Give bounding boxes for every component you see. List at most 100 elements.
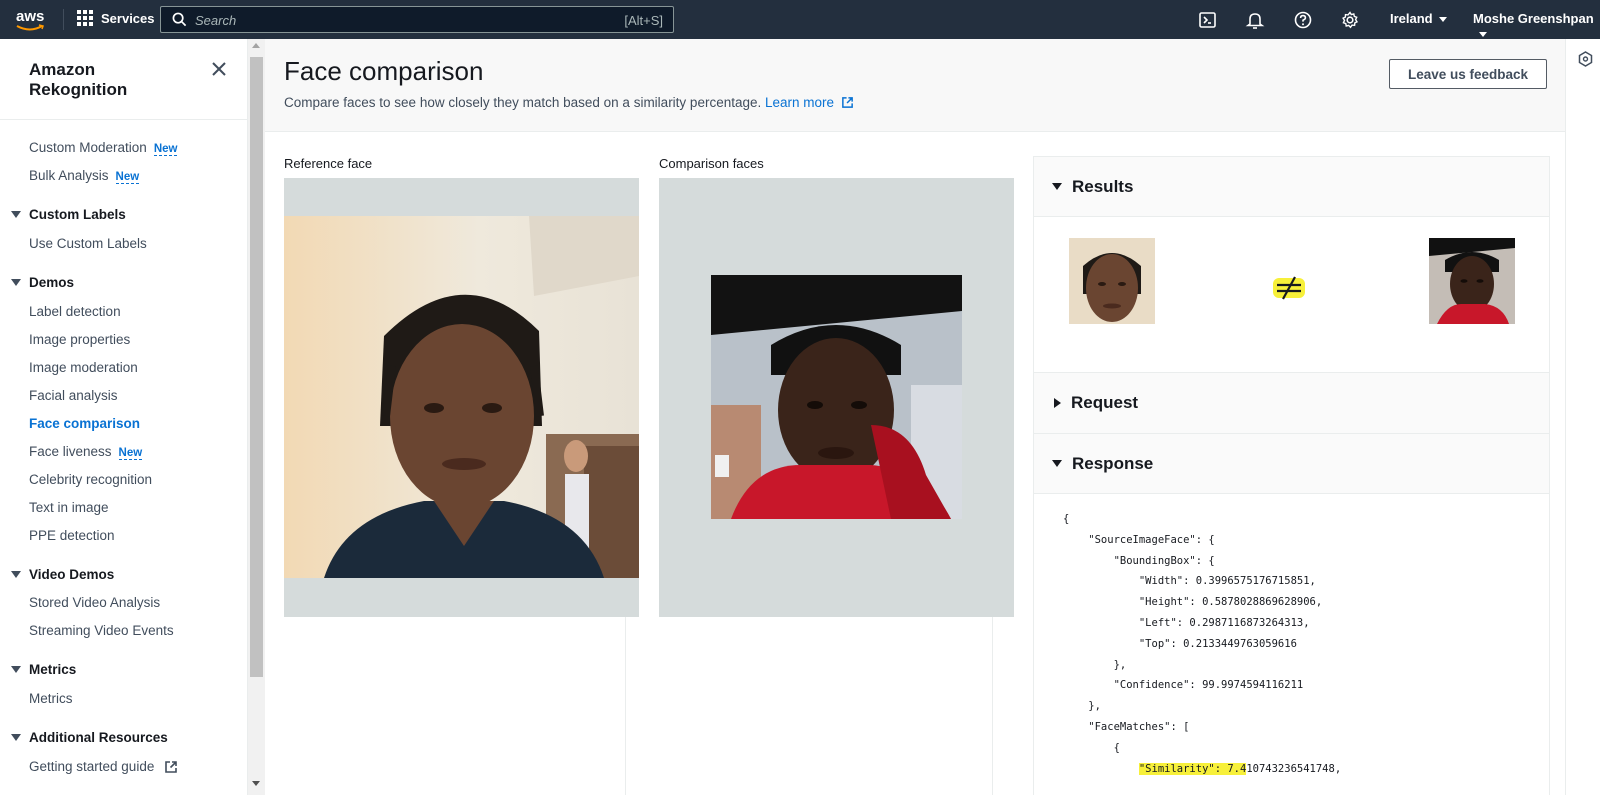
services-label: Services (101, 10, 155, 26)
help-icon[interactable] (1293, 10, 1313, 30)
sidebar-item-custom-moderation[interactable]: Custom Moderation New (29, 140, 178, 156)
sidebar-item-stored-video-analysis[interactable]: Stored Video Analysis (29, 595, 160, 610)
caret-down-icon (1438, 17, 1447, 23)
nav-divider (63, 9, 64, 30)
sidebar-item-ppe-detection[interactable]: PPE detection (29, 528, 115, 543)
caret-down-icon (1052, 183, 1062, 190)
external-link-icon (841, 97, 853, 108)
scrollbar-thumb[interactable] (250, 57, 263, 677)
sidebar-title[interactable]: Amazon Rekognition (29, 60, 189, 100)
main-content: Face comparison Compare faces to see how… (265, 39, 1565, 795)
response-json: { "SourceImageFace": { "BoundingBox": { … (1063, 509, 1341, 779)
scroll-up-arrow-icon[interactable] (252, 43, 260, 48)
sidebar-item-label: Bulk Analysis (29, 168, 109, 183)
user-name: Moshe Greenshpan (1473, 11, 1594, 26)
response-line: "Top": 0.2133449763059616 (1063, 637, 1297, 650)
comparison-image-panel[interactable] (659, 178, 1014, 617)
region-selector[interactable]: Ireland (1390, 11, 1447, 26)
sidebar-section-custom-labels[interactable]: Custom Labels (11, 207, 126, 222)
top-navigation: aws Services [Alt+S] (0, 0, 1600, 39)
sidebar-item-bulk-analysis[interactable]: Bulk Analysis New (29, 168, 140, 184)
description-text: Compare faces to see how closely they ma… (284, 95, 762, 110)
sidebar-item-metrics[interactable]: Metrics (29, 691, 73, 706)
cloudshell-icon[interactable] (1198, 10, 1218, 30)
response-line: { (1063, 741, 1120, 754)
aws-logo-text: aws (16, 8, 45, 25)
sidebar-section-additional-resources[interactable]: Additional Resources (11, 730, 168, 745)
sidebar-item-label-detection[interactable]: Label detection (29, 304, 121, 319)
results-section-header[interactable]: Results (1034, 157, 1549, 217)
not-equal-icon (1273, 276, 1305, 300)
caret-down-icon (11, 279, 21, 286)
sidebar-item-use-custom-labels[interactable]: Use Custom Labels (29, 236, 147, 251)
caret-right-icon (1054, 398, 1061, 408)
services-menu-button[interactable]: Services (77, 10, 155, 26)
sidebar-item-image-moderation[interactable]: Image moderation (29, 360, 138, 375)
response-line: }, (1063, 658, 1127, 671)
response-section-header[interactable]: Response (1034, 434, 1549, 494)
sidebar: Amazon Rekognition Custom Moderation New … (0, 39, 248, 795)
response-line: "SourceImageFace": { (1063, 533, 1215, 546)
sidebar-item-streaming-video-events[interactable]: Streaming Video Events (29, 623, 174, 638)
request-section-header[interactable]: Request (1034, 372, 1549, 434)
column-divider (625, 617, 626, 795)
settings-icon[interactable] (1340, 10, 1360, 30)
response-line: }, (1063, 700, 1101, 713)
comparison-face-thumbnail (1429, 238, 1515, 324)
sidebar-item-facial-analysis[interactable]: Facial analysis (29, 388, 118, 403)
reference-face-photo (284, 216, 639, 578)
sidebar-item-image-properties[interactable]: Image properties (29, 332, 130, 347)
caret-down-icon (1052, 460, 1062, 467)
region-label: Ireland (1390, 11, 1433, 26)
aws-smile-icon (16, 24, 44, 31)
caret-down-icon (11, 211, 21, 218)
scroll-down-arrow-icon[interactable] (252, 781, 260, 786)
learn-more-link[interactable]: Learn more (765, 95, 854, 110)
response-line: "Confidence": 99.9974594116211 (1063, 679, 1304, 692)
reference-image-panel[interactable] (284, 178, 639, 617)
caret-down-icon (11, 571, 21, 578)
sidebar-section-video-demos[interactable]: Video Demos (11, 567, 114, 582)
sidebar-section-metrics[interactable]: Metrics (11, 662, 76, 677)
leave-feedback-button[interactable]: Leave us feedback (1389, 59, 1547, 89)
sidebar-scrollbar[interactable] (248, 39, 265, 795)
response-line: "Height": 0.5878028869628906, (1063, 596, 1323, 609)
aws-logo[interactable]: aws (14, 6, 50, 32)
reference-thumbnail-image (1069, 238, 1155, 324)
sidebar-item-text-in-image[interactable]: Text in image (29, 500, 109, 515)
response-line-similarity: "Similarity": 7.410743236541748, (1063, 759, 1341, 780)
caret-down-icon (11, 734, 21, 741)
sidebar-item-getting-started-guide[interactable]: Getting started guide (29, 759, 178, 774)
sidebar-item-face-liveness[interactable]: Face liveness New (29, 444, 143, 460)
search-icon (172, 12, 187, 27)
hexagon-settings-icon[interactable] (1578, 51, 1593, 67)
section-title: Custom Labels (29, 207, 126, 222)
new-badge: New (115, 171, 140, 184)
grid-icon (77, 10, 93, 26)
sidebar-section-demos[interactable]: Demos (11, 275, 74, 290)
comparison-faces-label: Comparison faces (659, 156, 764, 171)
response-line: "Width": 0.3996575176715851, (1063, 575, 1316, 588)
bell-icon[interactable] (1245, 10, 1265, 30)
response-line: "FaceMatches": [ (1063, 720, 1190, 733)
right-panel-divider (1565, 39, 1566, 795)
search-shortcut-hint: [Alt+S] (624, 13, 663, 28)
caret-down-icon (1479, 32, 1487, 38)
response-line: { (1063, 513, 1070, 525)
section-title: Video Demos (29, 567, 115, 582)
similarity-value-rest: 10743236541748, (1246, 762, 1342, 775)
search-box[interactable]: [Alt+S] (160, 6, 674, 33)
close-icon[interactable] (211, 61, 227, 77)
account-menu[interactable]: Moshe Greenshpan (1473, 11, 1600, 41)
new-badge: New (118, 447, 143, 460)
page-header: Face comparison Compare faces to see how… (265, 39, 1565, 132)
reference-face-thumbnail (1069, 238, 1155, 324)
sidebar-item-celebrity-recognition[interactable]: Celebrity recognition (29, 472, 152, 487)
column-divider (992, 617, 993, 795)
comparison-face-photo (711, 275, 962, 519)
sidebar-item-face-comparison[interactable]: Face comparison (29, 416, 140, 431)
page-description: Compare faces to see how closely they ma… (284, 95, 854, 110)
new-badge: New (153, 143, 178, 156)
search-input[interactable] (195, 10, 615, 30)
page-title: Face comparison (284, 56, 484, 86)
